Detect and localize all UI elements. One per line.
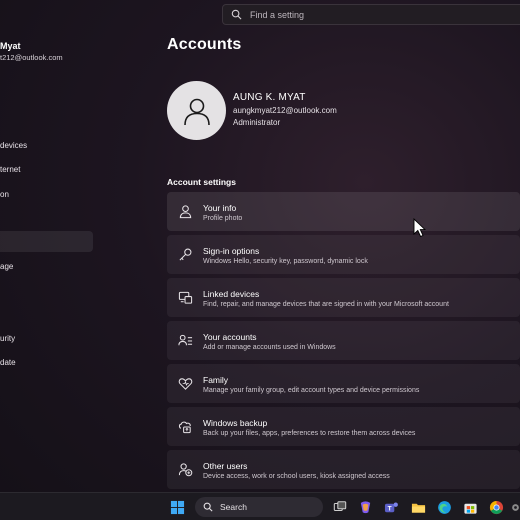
sidebar-item-language[interactable]: age (0, 262, 13, 271)
avatar-person-icon (183, 98, 210, 125)
card-subtitle: Add or manage accounts used in Windows (203, 344, 336, 351)
card-subtitle: Find, repair, and manage devices that ar… (203, 301, 449, 308)
sidebar-item-windows-update[interactable]: date (0, 358, 16, 367)
card-linked-devices[interactable]: Linked devices Find, repair, and manage … (167, 278, 520, 317)
search-icon (231, 9, 242, 20)
settings-search-box[interactable] (222, 4, 520, 25)
account-email: aungkmyat212@outlook.com (233, 106, 337, 115)
card-your-info[interactable]: Your info Profile photo (167, 192, 520, 231)
card-windows-backup[interactable]: Windows backup Back up your files, apps,… (167, 407, 520, 446)
card-sign-in-options[interactable]: Sign-in options Windows Hello, security … (167, 235, 520, 274)
taskbar-search-box[interactable]: Search (195, 497, 323, 517)
account-name: AUNG K. MYAT (233, 92, 306, 103)
card-title: Other users (203, 461, 248, 471)
sidebar-item-privacy-security[interactable]: urity (0, 334, 15, 343)
search-input[interactable] (250, 9, 500, 20)
card-subtitle: Profile photo (203, 215, 243, 222)
card-your-accounts[interactable]: Your accounts Add or manage accounts use… (167, 321, 520, 360)
card-subtitle: Manage your family group, edit account t… (203, 387, 420, 394)
card-title: Linked devices (203, 289, 260, 299)
store-icon[interactable] (461, 498, 479, 516)
avatar[interactable] (167, 81, 226, 140)
copilot-icon[interactable] (356, 498, 374, 516)
settings-icon[interactable] (511, 498, 520, 516)
page-title: Accounts (167, 36, 242, 53)
card-subtitle: Windows Hello, security key, password, d… (203, 258, 368, 265)
linked-devices-icon (178, 291, 193, 304)
key-icon (179, 248, 192, 261)
card-title: Family (203, 375, 229, 385)
card-other-users[interactable]: Other users Device access, work or schoo… (167, 450, 520, 489)
card-subtitle: Device access, work or school users, kio… (203, 473, 390, 480)
backup-icon (178, 421, 191, 434)
taskbar: Search T (0, 492, 520, 520)
card-title: Windows backup (203, 418, 268, 428)
chrome-icon[interactable] (487, 498, 505, 516)
section-title: Account settings (167, 177, 236, 187)
person-add-icon (178, 463, 193, 477)
heart-icon (178, 378, 193, 390)
person-icon (179, 205, 192, 219)
sidebar-item-devices[interactable]: devices (0, 141, 27, 150)
card-title: Your accounts (203, 332, 257, 342)
card-subtitle: Back up your files, apps, preferences to… (203, 430, 416, 437)
sidebar-item-accounts-selected[interactable] (0, 231, 93, 252)
card-family[interactable]: Family Manage your family group, edit ac… (167, 364, 520, 403)
taskbar-search-icon (203, 502, 213, 512)
task-view-icon[interactable] (331, 498, 349, 516)
sidebar-user-email: t212@outlook.com (0, 53, 63, 62)
person-list-icon (178, 334, 193, 346)
mouse-cursor-icon (413, 218, 426, 238)
sidebar-item-personalization[interactable]: on (0, 190, 9, 199)
account-role: Administrator (233, 118, 281, 127)
teams-icon[interactable]: T (382, 498, 400, 516)
sidebar-item-network-internet[interactable]: ternet (0, 165, 20, 174)
taskbar-search-label: Search (220, 502, 247, 512)
windows-start-icon[interactable] (168, 498, 186, 516)
edge-icon[interactable] (435, 498, 453, 516)
sidebar-user-name: Myat (0, 41, 21, 51)
svg-text:T: T (387, 505, 391, 512)
file-explorer-icon[interactable] (409, 498, 427, 516)
card-title: Sign-in options (203, 246, 260, 256)
card-title: Your info (203, 203, 237, 213)
sidebar: Myat t212@outlook.com devices ternet on … (0, 0, 100, 492)
